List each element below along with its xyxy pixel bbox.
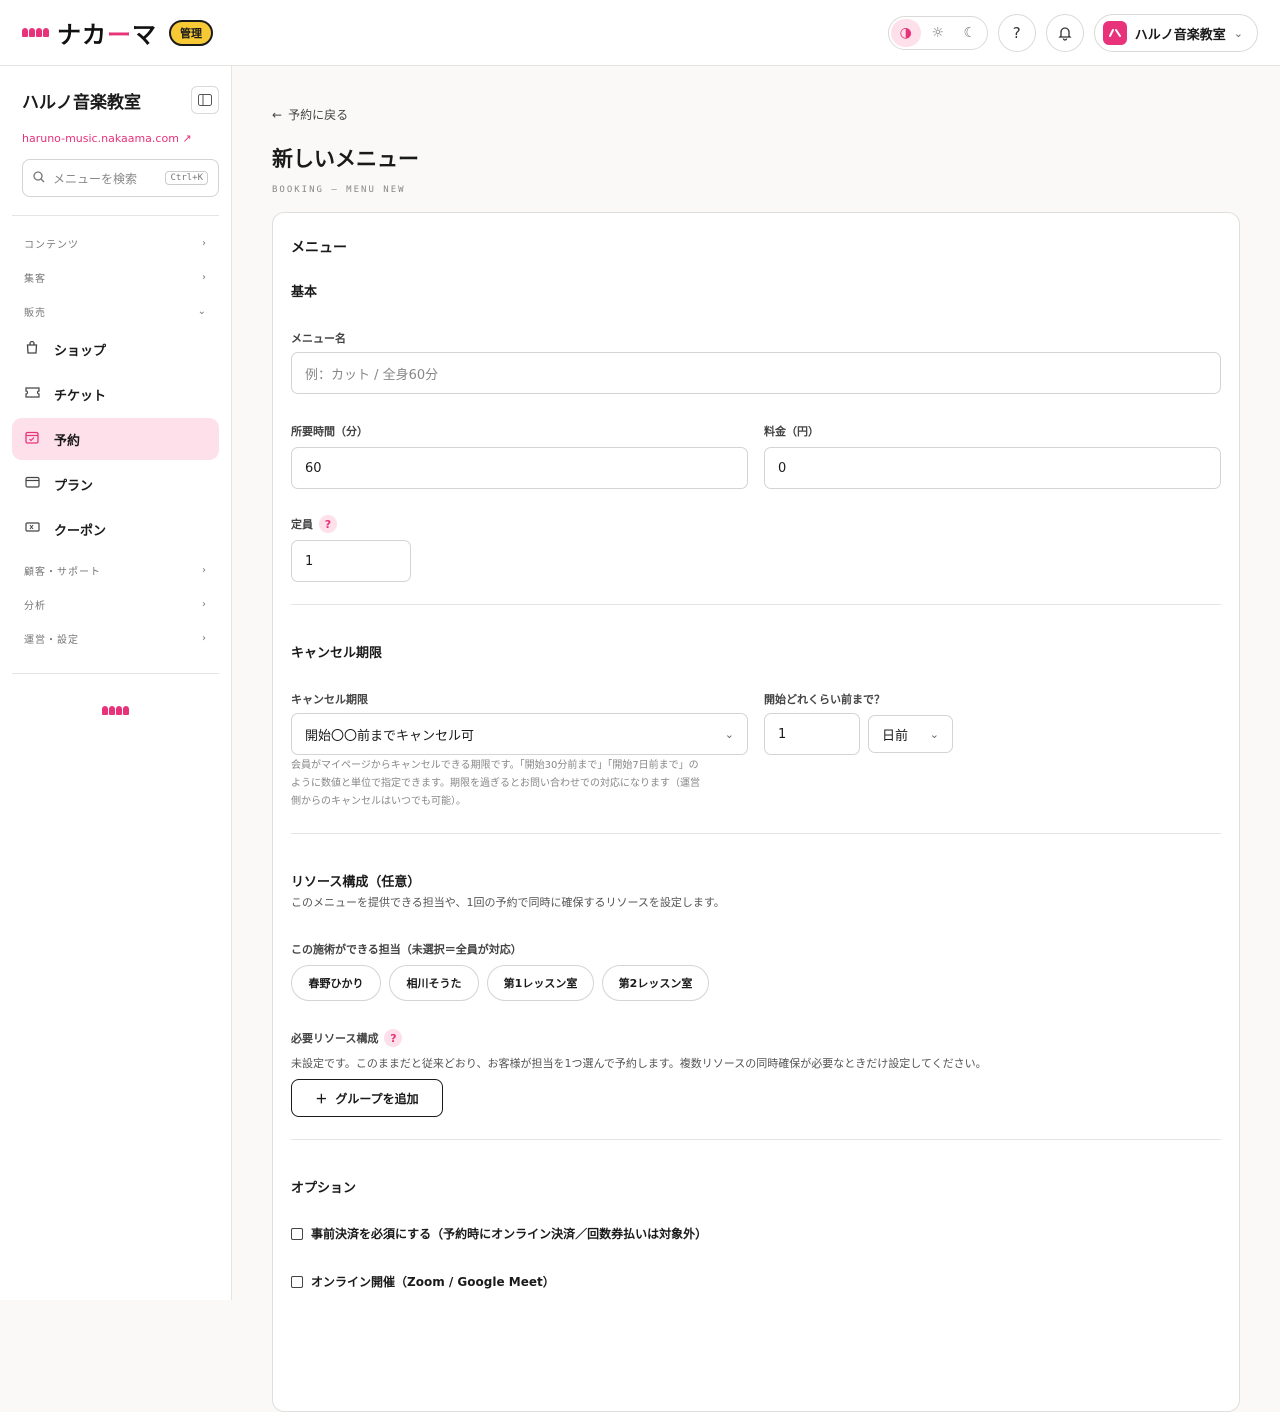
chevron-right-icon: ›	[202, 632, 207, 644]
prepay-option[interactable]: 事前決済を必須にする（予約時にオンライン決済／回数券払いは対象外）	[291, 1225, 707, 1242]
shortcut-hint: Ctrl+K	[165, 171, 208, 185]
chevron-right-icon: ›	[202, 271, 207, 283]
menu-form-card: メニュー 基本 メニュー名 例：カット / 全身60分 所要時間（分） 60 料…	[272, 212, 1240, 1412]
divider	[291, 604, 1221, 605]
card-icon	[24, 476, 40, 492]
account-switcher[interactable]: ハルノ音楽教室 ⌄	[1093, 14, 1258, 52]
divider	[291, 833, 1221, 834]
sidebar: ハルノ音楽教室 haruno-music.nakaama.com ↗ メニューを…	[0, 66, 232, 1300]
staff-label: この施術ができる担当（未選択＝全員が対応）	[291, 943, 522, 956]
bag-icon	[24, 340, 40, 358]
sidebar-group-contents[interactable]: コンテンツ ›	[12, 226, 219, 260]
bell-icon[interactable]	[1045, 14, 1084, 52]
room-chip[interactable]: 第1レッスン室	[487, 965, 594, 1001]
external-link-icon: ↗	[182, 132, 192, 145]
help-icon[interactable]: ?	[384, 1029, 403, 1047]
help-icon[interactable]: ?	[997, 14, 1036, 52]
sidebar-group-sales[interactable]: 販売 ⌄	[12, 294, 219, 328]
duration-label: 所要時間（分）	[291, 425, 368, 438]
capacity-label: 定員?	[291, 515, 337, 533]
sidebar-group-settings[interactable]: 運営・設定 ›	[12, 621, 219, 655]
chevron-down-icon: ⌄	[197, 305, 207, 317]
sidebar-item-ticket[interactable]: チケット	[12, 373, 219, 415]
chevron-down-icon: ⌄	[929, 727, 939, 741]
ticket-icon	[24, 386, 40, 402]
cancel-note: 会員がマイページからキャンセルできる期限です。「開始30分前まで」「開始7日前ま…	[291, 760, 700, 807]
sidebar-item-coupon[interactable]: クーポン	[12, 508, 219, 550]
sun-icon[interactable]: ☼	[923, 19, 953, 47]
chevron-down-icon: ⌄	[724, 727, 734, 741]
divider	[12, 215, 219, 216]
arrow-left-icon: ←	[272, 107, 283, 122]
top-bar: ナカーマ 管理 ◑ ☼ ☾ ? ハルノ音楽教室 ⌄	[0, 0, 1280, 66]
page-title: 新しいメニュー	[272, 147, 419, 171]
moon-icon[interactable]: ☾	[955, 19, 985, 47]
cancel-deadline-label: キャンセル期限	[291, 693, 368, 706]
site-link[interactable]: haruno-music.nakaama.com ↗	[22, 132, 219, 145]
people-logo-icon	[22, 28, 49, 37]
add-group-button[interactable]: ＋グループを追加	[291, 1079, 443, 1117]
sidebar-group-customers[interactable]: 顧客・サポート ›	[12, 553, 219, 587]
plus-icon: ＋	[315, 1091, 328, 1106]
sidebar-item-plan[interactable]: プラン	[12, 463, 219, 505]
section-resources-heading: リソース構成（任意）	[291, 875, 421, 890]
cancel-before-input[interactable]: 1	[764, 713, 860, 755]
section-options-heading: オプション	[291, 1181, 357, 1196]
coupon-icon	[24, 521, 40, 537]
sidebar-search[interactable]: メニューを検索 Ctrl+K	[22, 159, 219, 197]
cancel-before-label: 開始どれくらい前まで？	[764, 693, 885, 706]
admin-badge: 管理	[169, 19, 213, 46]
chevron-right-icon: ›	[202, 598, 207, 610]
account-name: ハルノ音楽教室	[1134, 27, 1226, 43]
section-cancel-heading: キャンセル期限	[291, 646, 383, 661]
calendar-icon	[24, 430, 40, 448]
chevron-right-icon: ›	[202, 237, 207, 249]
sidebar-group-analytics[interactable]: 分析 ›	[12, 587, 219, 621]
main-content: ← 予約に戻る 新しいメニュー BOOKING — MENU NEW メニュー 基…	[272, 66, 1240, 1412]
capacity-input[interactable]: 1	[291, 540, 411, 582]
staff-chip[interactable]: 春野ひかり	[291, 965, 381, 1001]
sidebar-item-shop[interactable]: ショップ	[12, 328, 219, 370]
section-basic-heading: 基本	[291, 285, 318, 300]
page-subtitle: BOOKING — MENU NEW	[272, 185, 406, 195]
chevron-right-icon: ›	[202, 564, 207, 576]
cancel-deadline-select[interactable]: 開始〇〇前までキャンセル可 ⌄	[291, 713, 748, 755]
resources-description: このメニューを提供できる担当や、1回の予約で同時に確保するリソースを設定します。	[291, 896, 725, 909]
contrast-icon[interactable]: ◑	[890, 19, 921, 47]
online-option[interactable]: オンライン開催（Zoom / Google Meet）	[291, 1273, 555, 1290]
search-icon	[33, 170, 45, 186]
required-resources-label: 必要リソース構成?	[291, 1029, 403, 1047]
required-resources-note: 未設定です。このままだと従来どおり、お客様が担当を1つ選んで予約します。複数リソ…	[291, 1057, 987, 1070]
card-title: メニュー	[291, 240, 347, 256]
sidebar-title: ハルノ音楽教室	[22, 92, 141, 113]
price-label: 料金（円）	[764, 425, 819, 438]
sidebar-toggle-icon[interactable]	[191, 86, 219, 114]
footer-logo-icon	[12, 706, 219, 715]
prepay-checkbox[interactable]	[291, 1227, 303, 1240]
back-link[interactable]: ← 予約に戻る	[272, 106, 1240, 123]
menu-name-label: メニュー名	[291, 332, 346, 345]
divider	[291, 1139, 1221, 1140]
sidebar-group-marketing[interactable]: 集客 ›	[12, 260, 219, 294]
staff-chip[interactable]: 相川そうた	[389, 965, 479, 1001]
online-checkbox[interactable]	[291, 1275, 303, 1288]
brand-name: ナカーマ	[57, 21, 157, 49]
search-placeholder: メニューを検索	[53, 171, 138, 186]
sidebar-item-booking[interactable]: 予約	[12, 418, 219, 460]
divider	[12, 673, 219, 674]
help-icon[interactable]: ?	[319, 515, 337, 533]
price-input[interactable]: 0	[764, 447, 1221, 489]
account-avatar	[1102, 21, 1127, 45]
brand-logo[interactable]: ナカーマ 管理	[22, 15, 213, 50]
cancel-unit-select[interactable]: 日前 ⌄	[868, 715, 953, 753]
room-chip[interactable]: 第2レッスン室	[602, 965, 709, 1001]
theme-switcher: ◑ ☼ ☾	[887, 16, 988, 50]
duration-input[interactable]: 60	[291, 447, 748, 489]
menu-name-input[interactable]: 例：カット / 全身60分	[291, 352, 1221, 394]
chevron-down-icon: ⌄	[1233, 26, 1243, 40]
